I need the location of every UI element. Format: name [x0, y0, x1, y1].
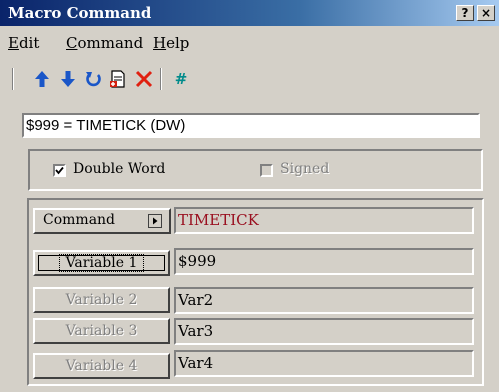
variable-1-button[interactable]: Variable 1 [33, 250, 170, 276]
checkmark-icon [55, 166, 64, 175]
signed-label: Signed [280, 161, 330, 177]
variable-3-button[interactable]: Variable 3 [33, 318, 170, 344]
menu-help[interactable]: Help [153, 34, 189, 52]
close-button[interactable]: × [477, 5, 495, 21]
macro-command-window: Macro Command ? × Edit Command Help # $9… [0, 0, 499, 392]
menu-help-label: elp [166, 34, 190, 52]
window-title: Macro Command [8, 4, 152, 22]
toolbar-separator [160, 68, 162, 90]
play-arrow-icon [148, 214, 162, 228]
new-page-icon[interactable] [107, 68, 129, 90]
hash-icon[interactable]: # [170, 68, 192, 90]
variable-2-button[interactable]: Variable 2 [33, 287, 170, 313]
double-word-label: Double Word [73, 161, 166, 177]
menu-command-label: ommand [77, 34, 144, 52]
command-button-label: Command [43, 212, 116, 228]
menu-command-accel: C [66, 34, 78, 52]
toolbar-grip [12, 68, 14, 90]
title-bar[interactable]: Macro Command ? × [0, 0, 499, 26]
variable-3-field[interactable]: Var3 [174, 318, 474, 345]
variable-4-button[interactable]: Variable 4 [33, 353, 170, 379]
help-button[interactable]: ? [456, 5, 474, 21]
delete-icon[interactable] [133, 68, 155, 90]
undo-icon[interactable] [82, 68, 104, 90]
move-down-icon[interactable] [57, 68, 79, 90]
variable-2-field[interactable]: Var2 [174, 287, 474, 314]
variable-3-label: Variable 3 [65, 323, 138, 339]
expression-field[interactable]: $999 = TIMETICK (DW) [22, 113, 480, 138]
menu-help-accel: H [153, 34, 167, 52]
toolbar: # [0, 66, 499, 90]
variable-2-label: Variable 2 [65, 292, 138, 308]
variable-1-label: Variable 1 [58, 254, 145, 272]
menu-edit-label: dit [18, 34, 40, 52]
menu-edit-accel: E [8, 34, 19, 52]
variable-1-field[interactable]: $999 [174, 248, 474, 275]
menu-command[interactable]: Command [66, 34, 143, 52]
double-word-checkbox[interactable] [53, 164, 66, 177]
menu-edit[interactable]: Edit [8, 34, 39, 52]
signed-checkbox[interactable] [260, 164, 273, 177]
move-up-icon[interactable] [31, 68, 53, 90]
command-button[interactable]: Command [33, 208, 171, 234]
variable-4-label: Variable 4 [65, 358, 138, 374]
variable-4-field[interactable]: Var4 [174, 350, 474, 377]
command-field[interactable]: TIMETICK [174, 207, 474, 234]
